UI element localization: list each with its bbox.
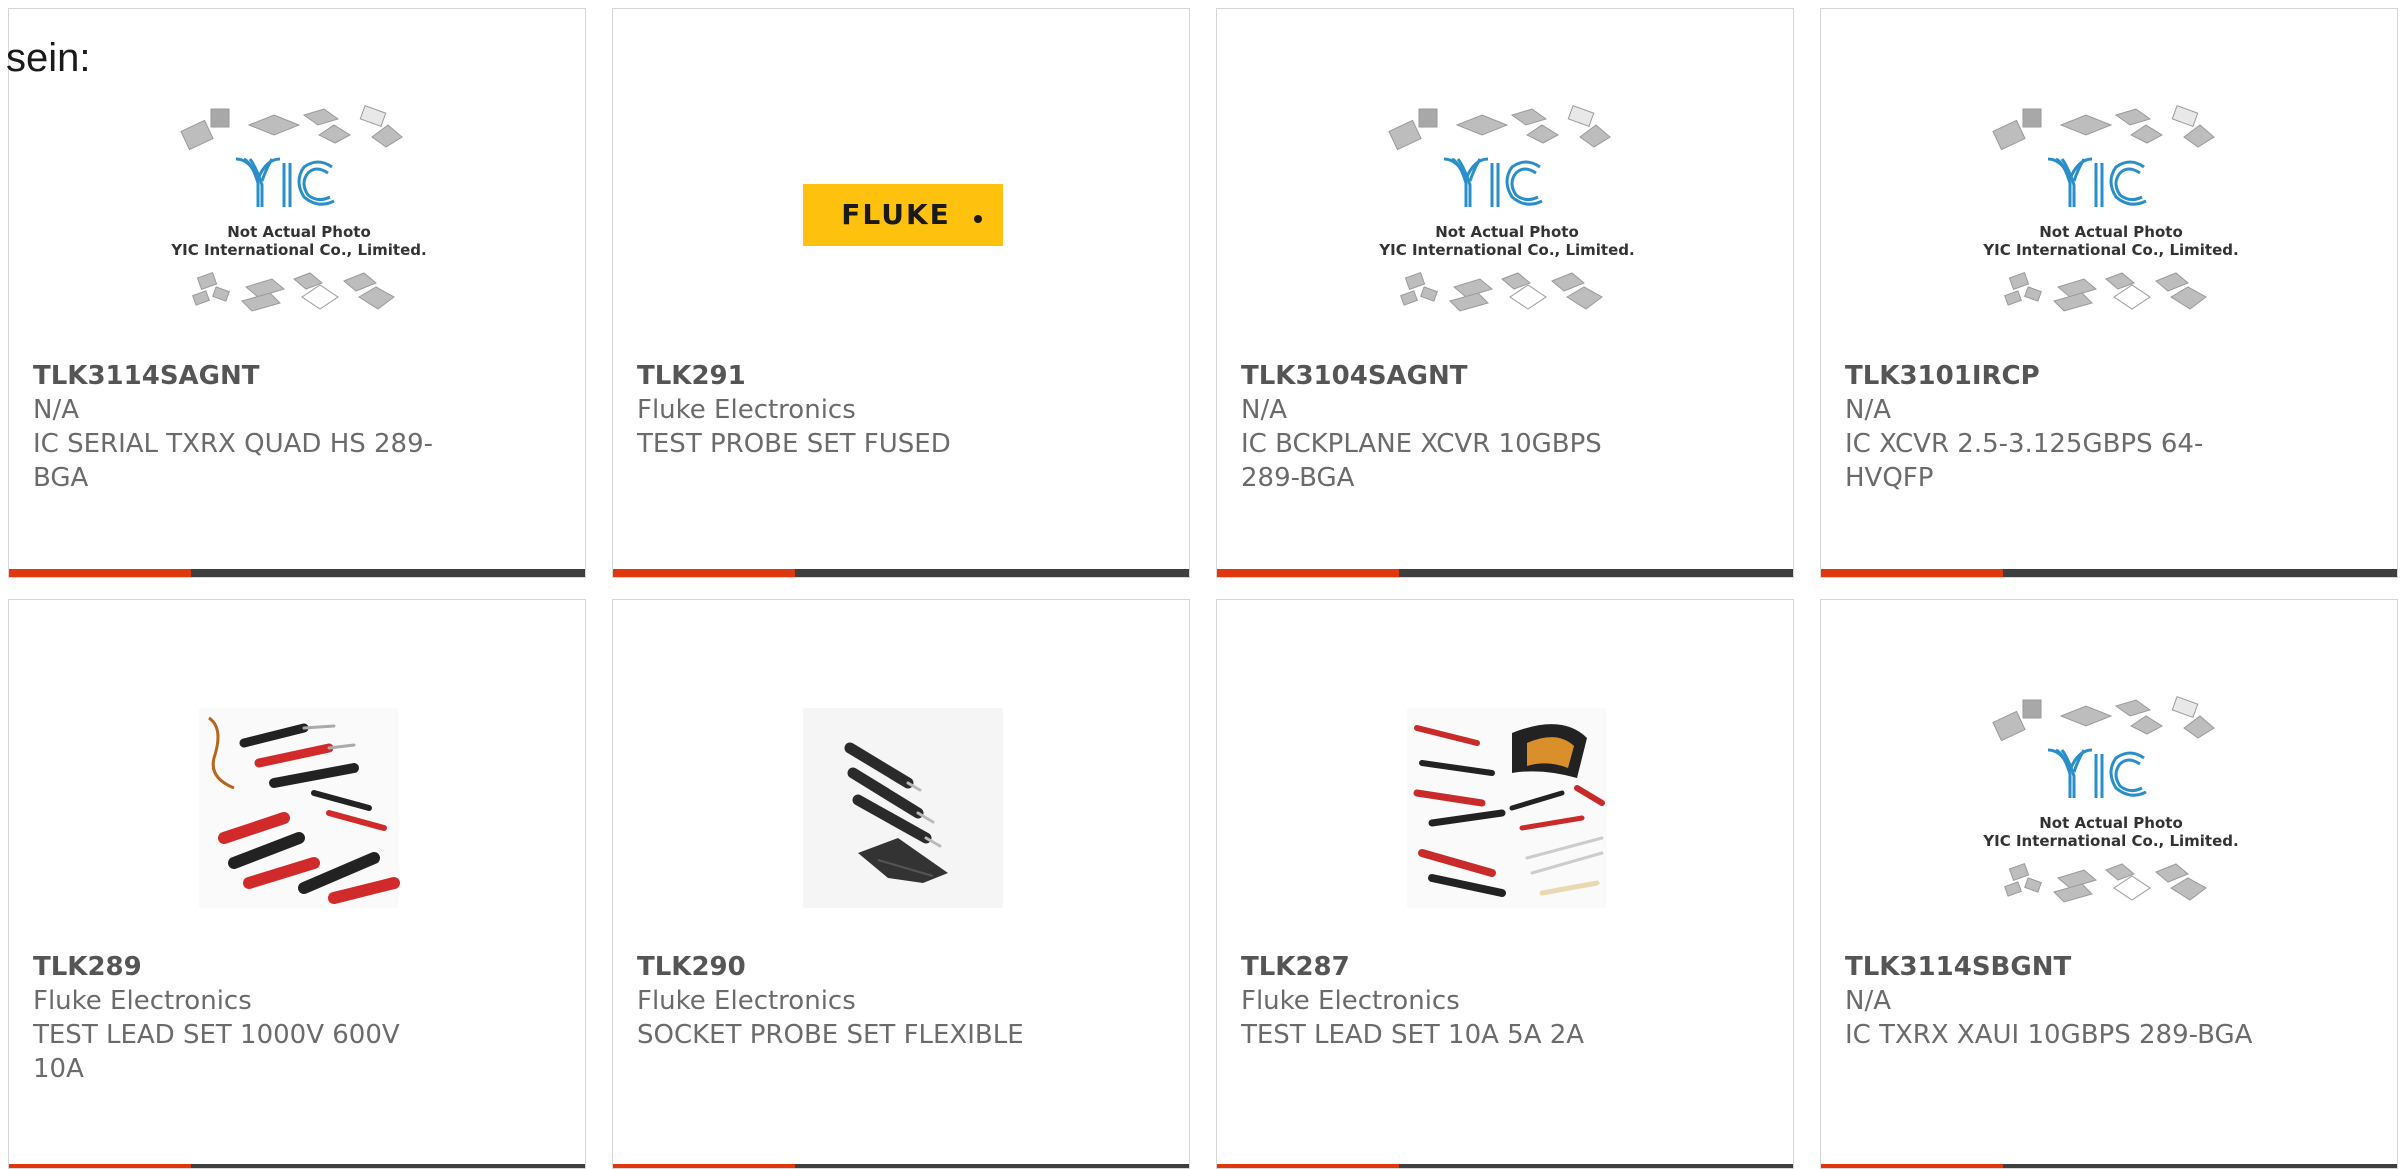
placeholder-line1: Not Actual Photo <box>2039 814 2183 832</box>
placeholder-line2: YIC International Co., Limited. <box>170 241 426 259</box>
card-accent-bar <box>9 1164 191 1168</box>
card-footer-bar <box>1217 1164 1793 1168</box>
description: IC BCKPLANE XCVR 10GBPS 289-BGA <box>1241 429 1602 493</box>
manufacturer: Fluke Electronics <box>33 986 252 1016</box>
card-footer-bar <box>9 569 585 577</box>
product-info: TLK291 Fluke Electronics TEST PROBE SET FU… <box>637 359 1057 461</box>
card-accent-bar <box>613 569 795 577</box>
card-footer-bar <box>1217 569 1793 577</box>
chip-placeholder-image: Not Actual Photo YIC International Co., … <box>1378 105 1635 312</box>
product-info: TLK3104SAGNT N/A IC BCKPLANE XCVR 10GBPS 2… <box>1241 359 1661 495</box>
manufacturer: N/A <box>1241 395 1287 425</box>
product-card[interactable]: FLUKE TLK291 Fluke Electronics TEST PROBE … <box>612 8 1190 578</box>
card-accent-bar <box>1217 569 1399 577</box>
manufacturer: Fluke Electronics <box>637 986 856 1016</box>
part-number-link[interactable]: TLK3114SBGNT <box>1845 950 2265 984</box>
product-card[interactable]: TLK287 Fluke Electronics TEST LEAD SET 10A… <box>1216 599 1794 1169</box>
product-card[interactable]: TLK290 Fluke Electronics SOCKET PROBE SET … <box>612 599 1190 1169</box>
description: TEST LEAD SET 1000V 600V 10A <box>33 1020 400 1084</box>
card-accent-bar <box>1217 1164 1399 1168</box>
description: SOCKET PROBE SET FLEXIBLE <box>637 1020 1024 1050</box>
product-card[interactable]: Not Actual Photo YIC International Co., … <box>8 8 586 578</box>
product-info: TLK3114SAGNT N/A IC SERIAL TXRX QUAD HS 28… <box>33 359 453 495</box>
card-footer-bar <box>613 1164 1189 1168</box>
lead-kit-photo <box>1407 708 1607 908</box>
product-image[interactable] <box>1362 688 1652 928</box>
product-image[interactable]: Not Actual Photo YIC International Co., … <box>154 97 444 337</box>
card-footer-bar <box>9 1164 585 1168</box>
card-accent-bar <box>1821 1164 2003 1168</box>
manufacturer: N/A <box>1845 986 1891 1016</box>
part-number-link[interactable]: TLK289 <box>33 950 453 984</box>
test-leads-photo <box>199 708 400 908</box>
description: TEST PROBE SET FUSED <box>637 429 951 459</box>
section-heading: sein: <box>6 36 91 80</box>
product-info: TLK287 Fluke Electronics TEST LEAD SET 10A… <box>1241 950 1661 1052</box>
placeholder-line2: YIC International Co., Limited. <box>1982 241 2238 259</box>
placeholder-line1: Not Actual Photo <box>1435 223 1579 241</box>
manufacturer: Fluke Electronics <box>637 395 856 425</box>
card-accent-bar <box>613 1164 795 1168</box>
part-number-link[interactable]: TLK287 <box>1241 950 1661 984</box>
product-info: TLK3114SBGNT N/A IC TXRX XAUI 10GBPS 289-B… <box>1845 950 2265 1052</box>
product-image[interactable]: Not Actual Photo YIC International Co., … <box>1362 97 1652 337</box>
product-card[interactable]: Not Actual Photo YIC International Co., … <box>1216 8 1794 578</box>
product-info: TLK290 Fluke Electronics SOCKET PROBE SET … <box>637 950 1057 1052</box>
product-image[interactable]: Not Actual Photo YIC International Co., … <box>1966 97 2256 337</box>
manufacturer: N/A <box>33 395 79 425</box>
product-image[interactable] <box>758 688 1048 928</box>
card-accent-bar <box>1821 569 2003 577</box>
placeholder-line2: YIC International Co., Limited. <box>1982 832 2238 850</box>
manufacturer: Fluke Electronics <box>1241 986 1460 1016</box>
part-number-link[interactable]: TLK3114SAGNT <box>33 359 453 393</box>
part-number-link[interactable]: TLK3101IRCP <box>1845 359 2265 393</box>
product-card[interactable]: Not Actual Photo YIC International Co., … <box>1820 599 2398 1169</box>
part-number-link[interactable]: TLK291 <box>637 359 1057 393</box>
product-info: TLK3101IRCP N/A IC XCVR 2.5-3.125GBPS 64-H… <box>1845 359 2265 495</box>
description: IC SERIAL TXRX QUAD HS 289-BGA <box>33 429 434 493</box>
product-info: TLK289 Fluke Electronics TEST LEAD SET 100… <box>33 950 453 1086</box>
card-footer-bar <box>613 569 1189 577</box>
product-card[interactable]: TLK289 Fluke Electronics TEST LEAD SET 100… <box>8 599 586 1169</box>
placeholder-line1: Not Actual Photo <box>2039 223 2183 241</box>
placeholder-line2: YIC International Co., Limited. <box>1378 241 1634 259</box>
chip-placeholder-image: Not Actual Photo YIC International Co., … <box>1982 105 2239 312</box>
card-footer-bar <box>1821 569 2397 577</box>
product-image[interactable] <box>154 688 444 928</box>
description: TEST LEAD SET 10A 5A 2A <box>1241 1020 1585 1050</box>
placeholder-line1: Not Actual Photo <box>227 223 371 241</box>
description: IC XCVR 2.5-3.125GBPS 64-HVQFP <box>1845 429 2204 493</box>
product-image[interactable]: FLUKE <box>758 97 1048 337</box>
card-accent-bar <box>9 569 191 577</box>
manufacturer: N/A <box>1845 395 1891 425</box>
part-number-link[interactable]: TLK3104SAGNT <box>1241 359 1661 393</box>
fluke-logo-text: FLUKE <box>841 198 951 231</box>
card-footer-bar <box>1821 1164 2397 1168</box>
chip-placeholder-image: Not Actual Photo YIC International Co., … <box>170 105 427 312</box>
product-image[interactable]: Not Actual Photo YIC International Co., … <box>1966 688 2256 928</box>
socket-probes-photo <box>803 708 1003 908</box>
product-card[interactable]: Not Actual Photo YIC International Co., … <box>1820 8 2398 578</box>
description: IC TXRX XAUI 10GBPS 289-BGA <box>1845 1020 2253 1050</box>
chip-placeholder-image: Not Actual Photo YIC International Co., … <box>1982 696 2239 903</box>
part-number-link[interactable]: TLK290 <box>637 950 1057 984</box>
fluke-logo-image: FLUKE <box>803 184 1003 246</box>
